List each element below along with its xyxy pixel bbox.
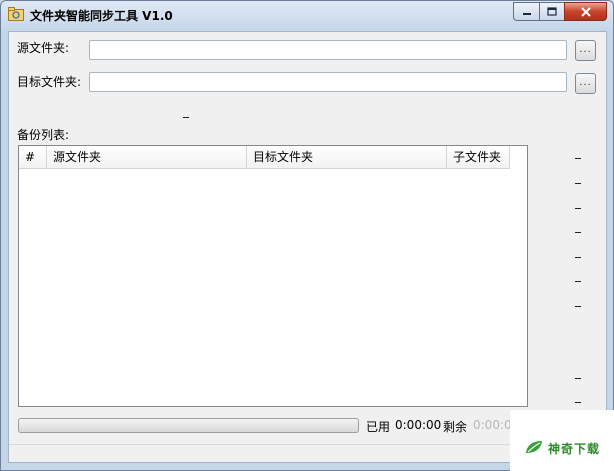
backup-list-label: 备份列表:: [17, 128, 70, 142]
app-window: 文件夹智能同步工具 V1.0 源文件夹: ... 目标文件夹: ... 备份列表…: [0, 0, 614, 471]
side-button-3[interactable]: [575, 208, 581, 209]
side-button-2[interactable]: [575, 183, 581, 184]
minimize-button[interactable]: [513, 2, 539, 21]
window-controls: [513, 2, 607, 22]
column-header-index[interactable]: #: [19, 146, 47, 168]
side-button-5[interactable]: [575, 257, 581, 258]
watermark-text: 神奇下载: [548, 442, 601, 456]
source-folder-label: 源文件夹:: [17, 41, 70, 55]
client-area: 源文件夹: ... 目标文件夹: ... 备份列表: # 源文件夹 目标文件夹 …: [8, 31, 607, 463]
maximize-icon: [547, 7, 557, 16]
remaining-label: 剩余: [443, 420, 468, 434]
target-browse-button[interactable]: ...: [575, 73, 596, 94]
column-header-target[interactable]: 目标文件夹: [247, 146, 447, 168]
watermark: 神奇下载: [510, 410, 614, 471]
window-title: 文件夹智能同步工具 V1.0: [30, 9, 173, 23]
side-button-8[interactable]: [575, 378, 581, 379]
source-browse-button[interactable]: ...: [575, 40, 596, 61]
minimize-icon: [522, 12, 531, 15]
side-button-4[interactable]: [575, 232, 581, 233]
side-button-7[interactable]: [575, 306, 581, 307]
backup-list-header: # 源文件夹 目标文件夹 子文件夹: [19, 146, 510, 169]
column-header-subfolder[interactable]: 子文件夹: [447, 146, 510, 168]
close-button[interactable]: [564, 2, 607, 21]
source-folder-input[interactable]: [89, 40, 567, 60]
target-folder-input[interactable]: [89, 72, 567, 92]
progress-bar: [18, 418, 359, 433]
side-button-9[interactable]: [575, 402, 581, 403]
elapsed-label: 已用: [366, 420, 391, 434]
elapsed-value: 0:00:00: [395, 418, 442, 432]
maximize-button[interactable]: [539, 2, 564, 21]
title-bar[interactable]: 文件夹智能同步工具 V1.0: [1, 1, 613, 29]
leaf-logo-icon: [526, 441, 542, 453]
side-button-1[interactable]: [575, 158, 581, 159]
side-button-6[interactable]: [575, 281, 581, 282]
mini-button[interactable]: [183, 117, 189, 118]
column-header-source[interactable]: 源文件夹: [47, 146, 247, 168]
backup-list[interactable]: # 源文件夹 目标文件夹 子文件夹: [18, 145, 528, 407]
close-icon: [580, 6, 591, 17]
target-folder-label: 目标文件夹:: [17, 75, 82, 89]
folder-app-icon: [8, 7, 24, 21]
